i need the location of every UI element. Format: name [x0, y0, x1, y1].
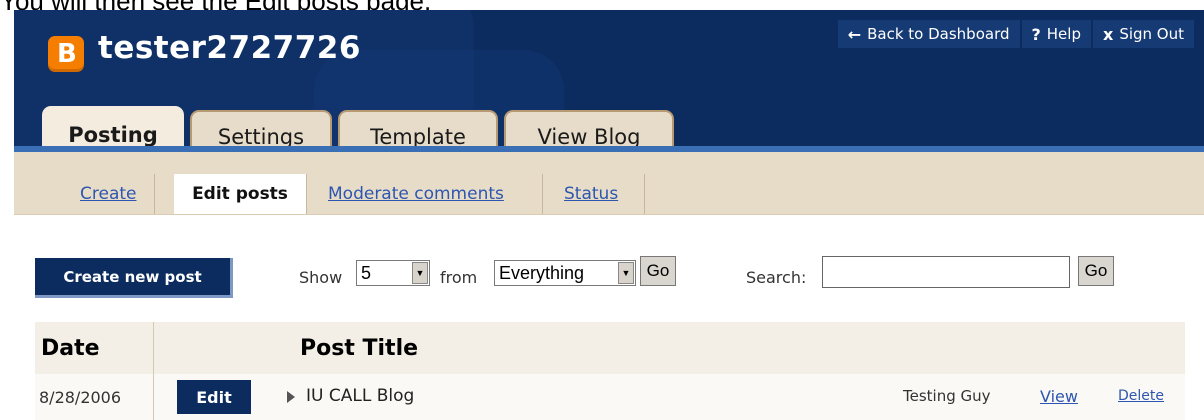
posts-table-header: Date Post Title — [35, 322, 1185, 375]
search-go-button[interactable]: Go — [1078, 256, 1114, 286]
view-post-link[interactable]: View — [1040, 387, 1078, 406]
help-link[interactable]: ? Help — [1021, 20, 1091, 48]
show-label: Show — [299, 268, 343, 287]
create-new-post-button[interactable]: Create new post — [35, 258, 233, 298]
dropdown-arrow-icon: ▼ — [618, 262, 634, 284]
subnav-moderate-comments[interactable]: Moderate comments — [328, 174, 504, 214]
post-date: 8/28/2006 — [35, 374, 154, 420]
help-icon: ? — [1031, 24, 1041, 44]
show-count-select[interactable]: 5 ▼ — [356, 260, 430, 286]
sub-navigation: Create Edit posts Moderate comments Stat… — [14, 152, 1204, 215]
blogger-header: B tester2727726 ← Back to Dashboard ? He… — [14, 10, 1204, 152]
search-label: Search: — [746, 268, 807, 287]
subnav-divider — [306, 174, 307, 214]
subnav-edit-posts[interactable]: Edit posts — [174, 174, 306, 214]
delete-post-link[interactable]: Delete — [1118, 388, 1164, 404]
expand-triangle-icon[interactable] — [287, 391, 295, 403]
post-author: Testing Guy — [903, 387, 991, 405]
show-count-value: 5 — [361, 263, 372, 283]
back-to-dashboard-label: Back to Dashboard — [867, 25, 1010, 43]
post-title-column-header: Post Title — [300, 335, 419, 361]
dropdown-arrow-icon: ▼ — [412, 262, 428, 284]
post-title[interactable]: IU CALL Blog — [306, 386, 414, 406]
subnav-divider — [154, 174, 155, 214]
close-icon: x — [1102, 24, 1114, 44]
blogger-logo-icon: B — [48, 36, 84, 72]
posts-toolbar: Create new post Show 5 ▼ from Everything… — [0, 256, 1204, 300]
subnav-divider — [542, 174, 543, 214]
search-input[interactable] — [822, 256, 1070, 288]
top-links: ← Back to Dashboard ? Help x Sign Out — [837, 20, 1194, 48]
date-column-header: Date — [35, 322, 154, 374]
sign-out-label: Sign Out — [1119, 25, 1184, 43]
back-to-dashboard-link[interactable]: ← Back to Dashboard — [837, 20, 1020, 48]
sign-out-link[interactable]: x Sign Out — [1092, 20, 1194, 48]
subnav-status[interactable]: Status — [564, 174, 618, 214]
table-row: 8/28/2006 Edit IU CALL Blog Testing Guy … — [35, 374, 1185, 420]
from-label: from — [440, 268, 478, 287]
help-label: Help — [1046, 25, 1081, 43]
edit-post-button[interactable]: Edit — [177, 380, 251, 414]
filter-go-button[interactable]: Go — [640, 256, 676, 286]
from-filter-select[interactable]: Everything ▼ — [494, 260, 636, 286]
subnav-create[interactable]: Create — [80, 174, 137, 214]
subnav-divider — [644, 174, 645, 214]
back-arrow-icon: ← — [847, 24, 862, 44]
blog-name: tester2727726 — [98, 30, 361, 66]
from-filter-value: Everything — [499, 263, 585, 283]
instruction-caption: You will then see the Edit posts page. — [0, 0, 432, 16]
